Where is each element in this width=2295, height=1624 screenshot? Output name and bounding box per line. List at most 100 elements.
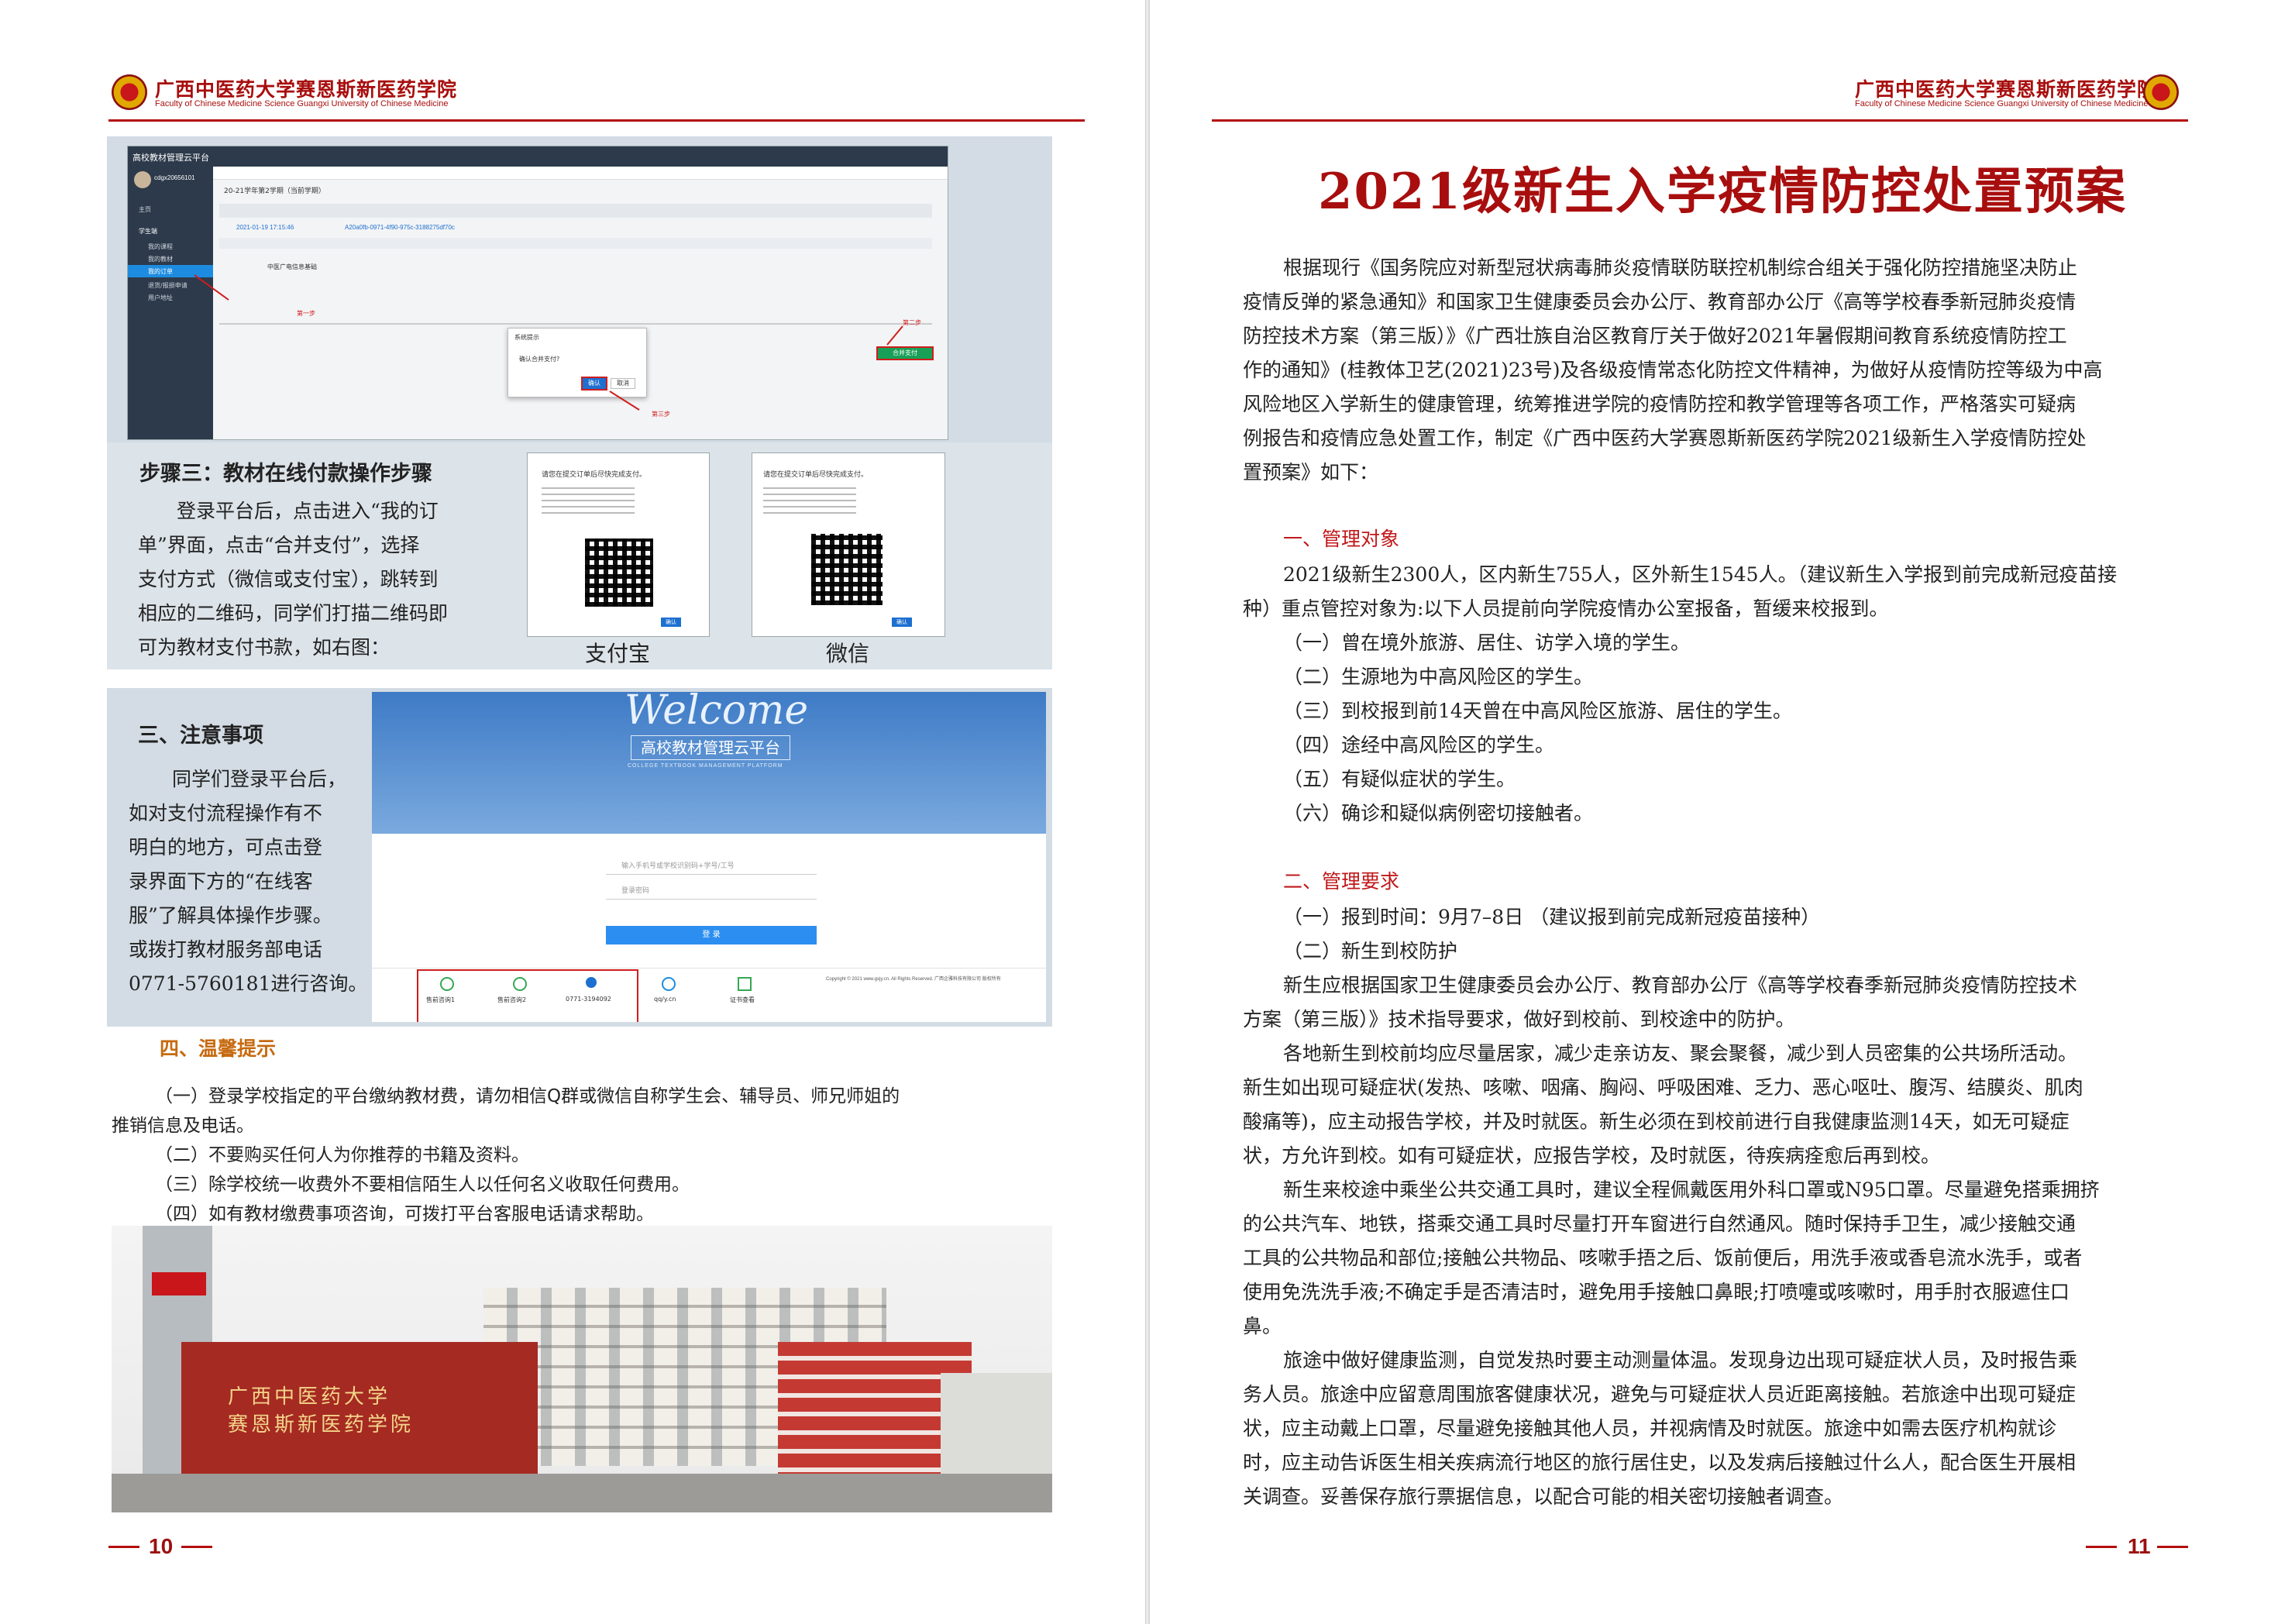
- section1-line-1: 2021级新生2300人，区内新生755人，区外新生1545人。（建议新生入学报…: [1283, 563, 2118, 586]
- service-label-4[interactable]: qq/y.cn: [654, 996, 676, 1003]
- password-input[interactable]: 登录密码: [606, 883, 817, 900]
- web-icon: [662, 977, 676, 991]
- page-number-rule-left: [2086, 1546, 2117, 1548]
- campus-photo: 广西中医药大学 赛恩斯新医药学院: [112, 1226, 1052, 1512]
- para4-line-2: 务人员。旅途中应留意周围旅客健康状况，避免与可疑症状人员近距离接触。若旅途中出现…: [1243, 1383, 2077, 1406]
- certificate-icon: [738, 977, 752, 991]
- wechat-prompt: 请您在提交订单后尽快完成支付。: [763, 471, 869, 479]
- school-logo-icon: [2143, 74, 2179, 110]
- welcome-text: Welcome: [625, 692, 809, 734]
- service-chat-icon[interactable]: [513, 977, 527, 991]
- notes-line-2: 如对支付流程操作有不: [129, 802, 323, 824]
- intro-line-5: 风险地区入学新生的健康管理，统筹推进学院的疫情防控和教学管理等各项工作，严格落实…: [1243, 393, 2077, 415]
- notes-line-7: 0771-5760181进行咨询。: [129, 972, 368, 995]
- notes-line-5: 服”了解具体操作步骤。: [129, 904, 332, 927]
- header-rule: [108, 119, 1085, 122]
- para1-line-2: 方案（第三版）》技术指导要求，做好到校前、到校途中的防护。: [1243, 1008, 1795, 1030]
- section2-item-1: （一）报到时间：9月7–8日 （建议报到前完成新冠疫苗接种）: [1283, 906, 1821, 928]
- gate-sign-line-1: 广西中医药大学: [228, 1385, 391, 1409]
- step3-line-3: 支付方式（微信或支付宝），跳转到: [138, 568, 439, 590]
- notes-line-3: 明白的地方，可点击登: [129, 836, 323, 858]
- section1-line-2: 种）重点管控对象为:以下人员提前向学院疫情办公室报备，暂缓来校报到。: [1243, 597, 1889, 620]
- notes-title: 三、注意事项: [138, 724, 263, 748]
- header-school-name: 广西中医药大学赛恩斯新医药学院: [155, 78, 458, 101]
- tips-item-3: （三）除学校统一收费外不要相信陌生人以任何名义收取任何费用。: [155, 1175, 690, 1195]
- tips-item-1: （一）登录学校指定的平台缴纳教材费，请勿相信Q群或微信自称学生会、辅导员、师兄师…: [155, 1086, 900, 1106]
- gate-sign-line-2: 赛恩斯新医药学院: [228, 1413, 415, 1436]
- step3-title: 步骤三：教材在线付款操作步骤: [139, 462, 432, 486]
- alipay-prompt: 请您在提交订单后尽快完成支付。: [542, 471, 647, 479]
- page-number-rule-right: [2157, 1546, 2188, 1548]
- service-label-3[interactable]: 0771-3194092: [566, 996, 611, 1003]
- section2-item-2: （二）新生到校防护: [1283, 940, 1458, 962]
- header-school-name-en: Faculty of Chinese Medicine Science Guan…: [155, 99, 449, 108]
- wechat-qr-screenshot: 请您在提交订单后尽快完成支付。 确认: [752, 452, 945, 637]
- para4-line-4: 时，应主动告诉医生相关疾病流行地区的旅行居住史，以及发病后接触过什么人，配合医生…: [1243, 1451, 2077, 1474]
- para3-line-4: 使用免洗洗手液;不确定手是否清洁时，避免用手接触口鼻眼;打喷嚏或咳嗽时，用手肘衣…: [1243, 1281, 2070, 1303]
- service-label-1[interactable]: 售前咨询1: [426, 996, 455, 1004]
- tips-item-1-cont: 推销信息及电话。: [112, 1116, 254, 1136]
- intro-line-7: 置预案》如下：: [1243, 461, 1379, 483]
- tips-item-4: （四）如有教材缴费事项咨询，可拨打平台客服电话请求帮助。: [155, 1204, 654, 1224]
- section1-item-6: （六）确诊和疑似病例密切接触者。: [1283, 802, 1594, 824]
- alipay-order-info: [542, 487, 635, 515]
- para1-line-1: 新生应根据国家卫生健康委员会办公厅、教育部办公厅《高等学校春季新冠肺炎疫情防控技…: [1283, 974, 2078, 996]
- page-number-rule-left: [108, 1546, 139, 1548]
- login-button[interactable]: 登 录: [606, 926, 817, 944]
- alipay-confirm-button[interactable]: 确认: [661, 618, 681, 627]
- right-page: 广西中医药大学赛恩斯新医药学院 Faculty of Chinese Medic…: [1150, 0, 2295, 1624]
- ground: [112, 1474, 1052, 1512]
- header-school-name: 广西中医药大学赛恩斯新医药学院: [1855, 78, 2158, 101]
- school-logo-icon: [112, 74, 147, 110]
- service-chat-icon[interactable]: [440, 977, 454, 991]
- alipay-qr-icon: [585, 538, 653, 607]
- section1-title: 一、管理对象: [1283, 528, 1400, 550]
- step3-line-5: 可为教材支付书款，如右图：: [138, 636, 391, 659]
- para2-line-2: 新生如出现可疑症状(发热、咳嗽、咽痛、胸闷、呼吸困难、乏力、恶心呕吐、腹泻、结膜…: [1243, 1076, 2083, 1099]
- tips-title: 四、温馨提示: [160, 1037, 277, 1060]
- wechat-order-info: [763, 487, 856, 515]
- step3-line-2: 单”界面，点击“合并支付”，选择: [138, 534, 420, 556]
- footer-divider: [372, 968, 1046, 969]
- para3-line-1: 新生来校途中乘坐公共交通工具时，建议全程佩戴医用外科口罩或N95口罩。尽量避免搭…: [1283, 1178, 2100, 1201]
- gate-logo-icon: [152, 1272, 206, 1295]
- para2-line-3: 酸痛等)，应主动报告学校，并及时就医。新生必须在到校前进行自我健康监测14天，如…: [1243, 1110, 2070, 1133]
- order-page-screenshot: 高校教材管理云平台 cdgx20656101 主页 学生端 我的课程 我的教材 …: [127, 146, 948, 440]
- section1-item-3: （三）到校报到前14天曾在中高风险区旅游、居住的学生。: [1283, 700, 1792, 722]
- platform-name-en: COLLEGE TEXTBOOK MANAGEMENT PLATFORM: [628, 763, 783, 769]
- step-arrows-icon: [194, 274, 903, 411]
- footer-copyright: Copyright © 2021 www.gxjy.cn. All Rights…: [826, 977, 1001, 982]
- section1-item-4: （四）途经中高风险区的学生。: [1283, 734, 1555, 756]
- section1-item-1: （一）曾在境外旅游、居住、访学入境的学生。: [1283, 631, 1691, 654]
- intro-line-1: 根据现行《国务院应对新型冠状病毒肺炎疫情联防联控机制综合组关于强化防控措施坚决防…: [1283, 256, 2078, 279]
- para3-line-5: 鼻。: [1243, 1315, 1282, 1337]
- para3-line-3: 工具的公共物品和部位;接触公共物品、咳嗽手捂之后、饭前便后，用洗手液或香皂流水洗…: [1243, 1247, 2083, 1269]
- section2-title: 二、管理要求: [1283, 870, 1400, 893]
- section1-item-2: （二）生源地为中高风险区的学生。: [1283, 666, 1594, 688]
- intro-line-6: 例报告和疫情应急处置工作，制定《广西中医药大学赛恩斯新医药学院2021级新生入学…: [1243, 427, 2087, 449]
- username-input[interactable]: 输入手机号或学校识别码+学号/工号: [606, 858, 817, 875]
- intro-line-3: 防控技术方案（第三版）》《广西壮族自治区教育厅关于做好2021年暑假期间教育系统…: [1243, 325, 2067, 347]
- document-title: 2021级新生入学疫情防控处置预案: [1317, 163, 2128, 221]
- left-page: 广西中医药大学赛恩斯新医药学院 Faculty of Chinese Medic…: [0, 0, 1145, 1624]
- wechat-caption: 微信: [826, 641, 870, 666]
- step3-line-1: 登录平台后，点击进入“我的订: [177, 500, 439, 522]
- service-label-5[interactable]: 证书查看: [730, 996, 755, 1004]
- header-school-name-en: Faculty of Chinese Medicine Science Guan…: [1855, 99, 2149, 108]
- para3-line-2: 的公共汽车、地铁，搭乘交通工具时尽量打开车窗进行自然通风。随时保持手卫生，减少接…: [1243, 1213, 2077, 1235]
- notes-line-1: 同学们登录平台后，: [172, 768, 347, 790]
- service-label-2[interactable]: 售前咨询2: [497, 996, 526, 1004]
- para2-line-4: 状，方允许到校。如有可疑症状，应报告学校，及时就医，待疾病痊愈后再到校。: [1243, 1144, 1941, 1167]
- page-number-rule-right: [181, 1546, 212, 1548]
- page-number: 11: [2128, 1534, 2151, 1558]
- para4-line-1: 旅途中做好健康监测，自觉发热时要主动测量体温。发现身边出现可疑症状人员，及时报告…: [1283, 1349, 2078, 1371]
- notes-line-6: 或拨打教材服务部电话: [129, 938, 323, 961]
- alipay-caption: 支付宝: [585, 641, 651, 666]
- building-right: [941, 1373, 1052, 1481]
- page-number: 10: [149, 1534, 174, 1558]
- intro-line-2: 疫情反弹的紧急通知》和国家卫生健康委员会办公厅、教育部办公厅《高等学校春季新冠肺…: [1243, 291, 2077, 313]
- platform-name: 高校教材管理云平台: [631, 735, 790, 760]
- para2-line-1: 各地新生到校前均应尽量居家，减少走亲访友、聚会聚餐，减少到人员密集的公共场所活动…: [1283, 1042, 2078, 1065]
- header-rule: [1212, 119, 2188, 122]
- wechat-confirm-button[interactable]: 确认: [892, 618, 912, 627]
